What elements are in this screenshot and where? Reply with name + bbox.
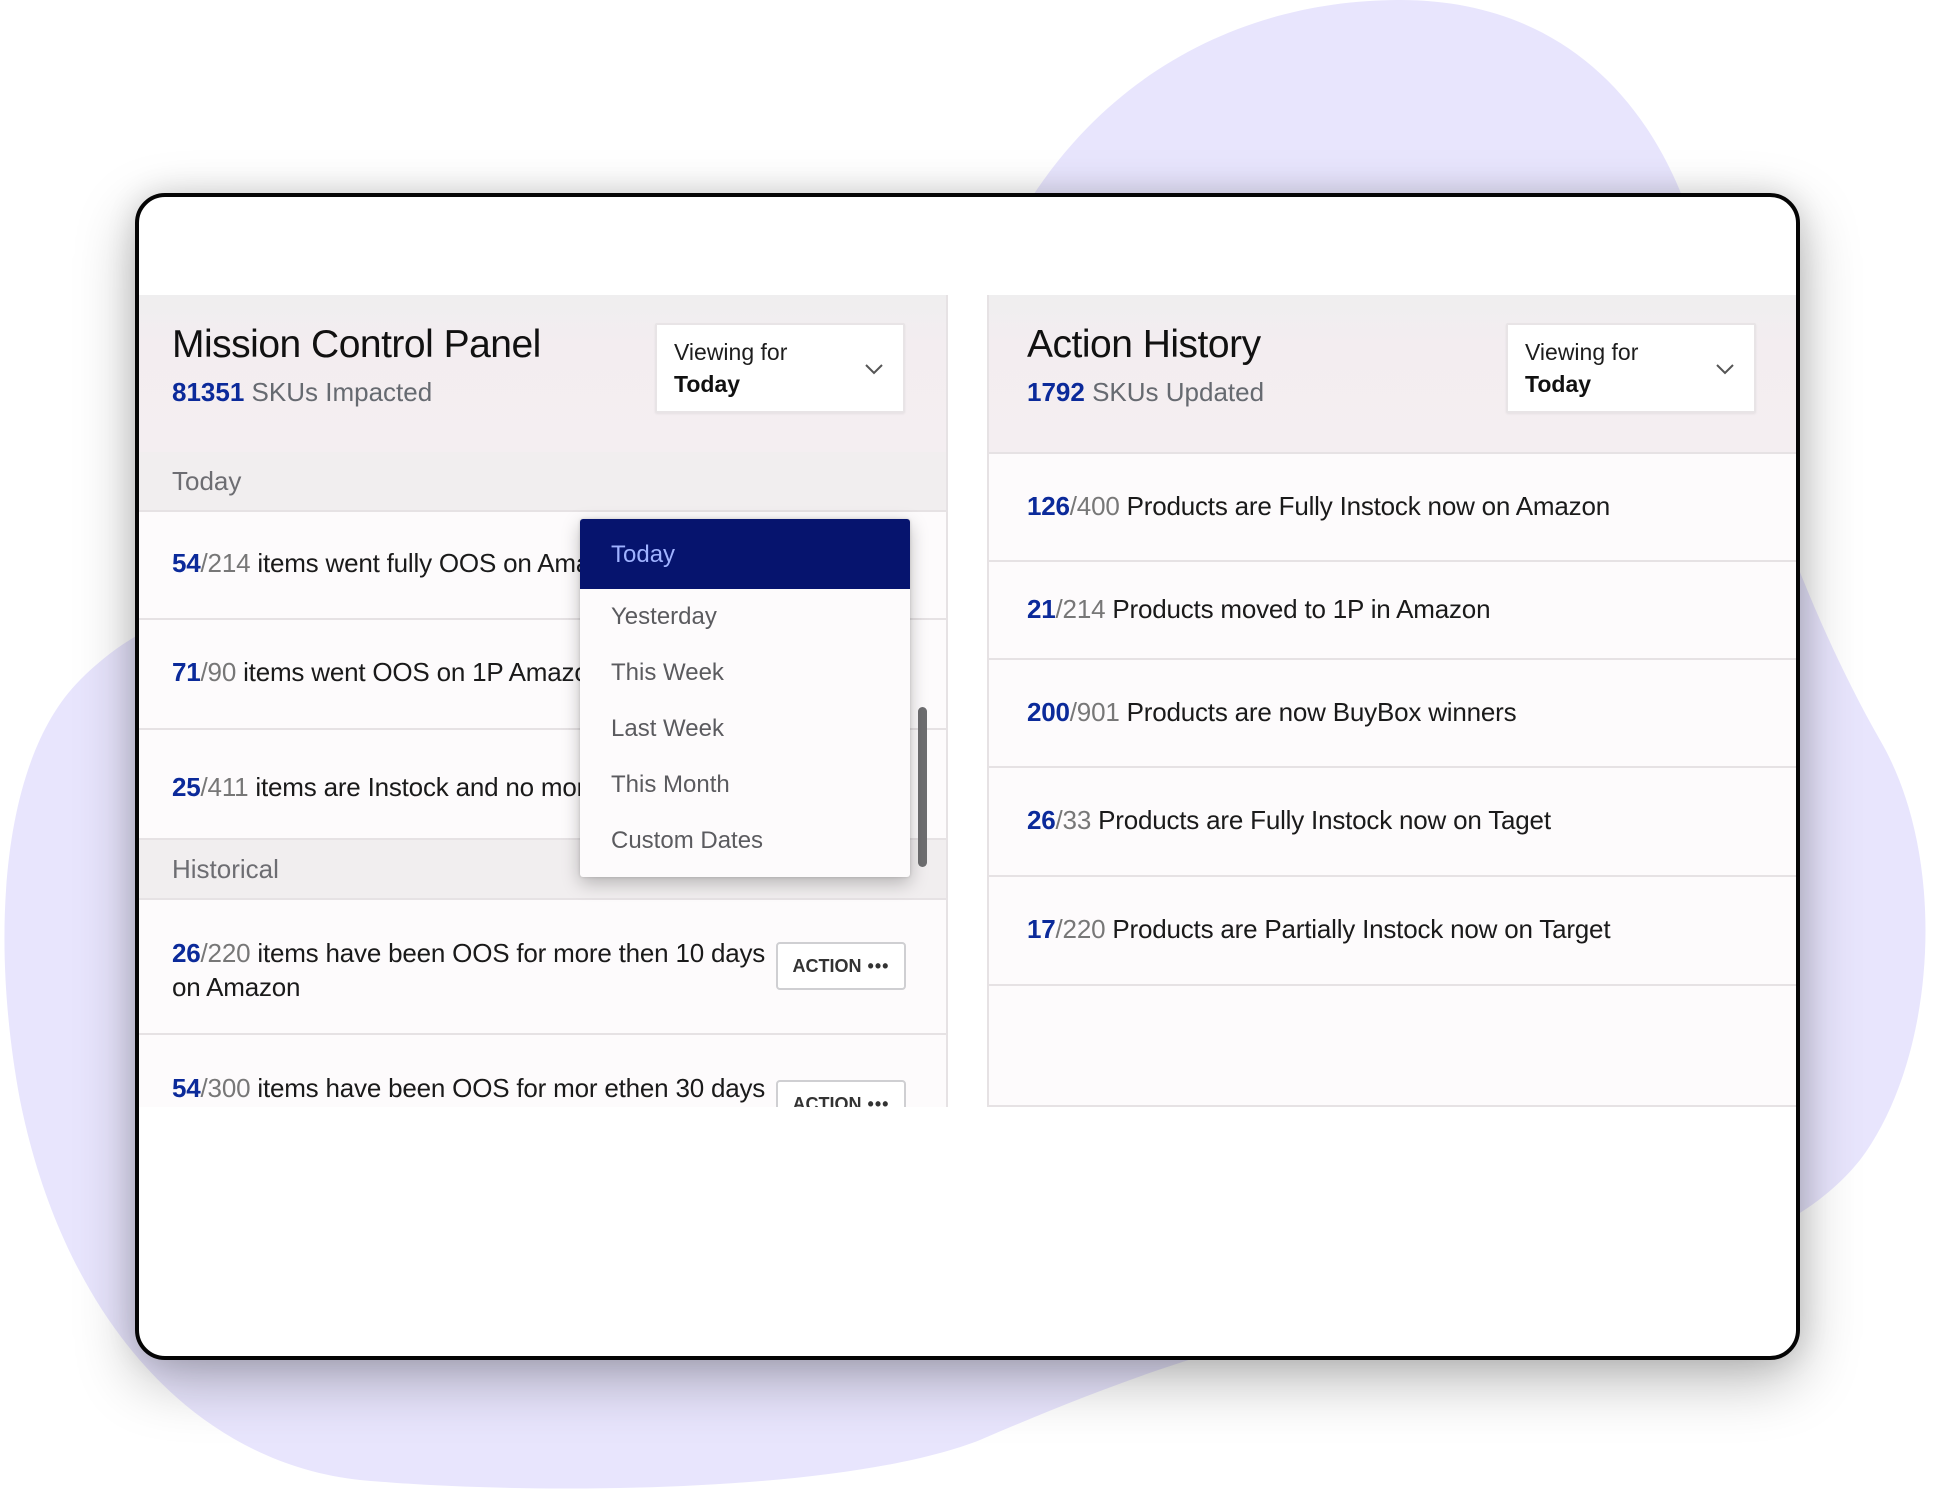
list-item[interactable]: 54/300 items have been OOS for mor ethen… bbox=[139, 1035, 946, 1107]
item-description: items have been OOS for more then 10 day… bbox=[250, 938, 766, 968]
item-count: 26 bbox=[172, 938, 201, 968]
action-button[interactable]: ACTION••• bbox=[776, 942, 906, 990]
item-description: items went fully OOS on Amazon bbox=[250, 548, 632, 578]
item-text: 54/300 items have been OOS for mor ethen… bbox=[172, 1071, 765, 1105]
skus-updated-label: SKUs Updated bbox=[1092, 377, 1265, 407]
panel-title: Action History bbox=[1027, 323, 1261, 366]
item-text: 21/214 Products moved to 1P in Amazon bbox=[1027, 592, 1491, 626]
dropdown-option-custom-dates[interactable]: Custom Dates bbox=[580, 813, 910, 869]
option-label: Yesterday bbox=[611, 603, 717, 630]
option-label: Last Week bbox=[611, 715, 724, 742]
item-count: 54 bbox=[172, 1073, 201, 1103]
more-dots-icon: ••• bbox=[867, 956, 890, 976]
item-description: items went OOS on 1P Amazon bbox=[236, 657, 603, 687]
item-total: /90 bbox=[200, 657, 237, 687]
item-total: /411 bbox=[200, 772, 249, 802]
history-item[interactable]: 126/400 Products are Fully Instock now o… bbox=[989, 454, 1796, 562]
action-label: ACTION bbox=[792, 1094, 862, 1107]
item-count: 54 bbox=[172, 548, 201, 578]
app-window: Mission Control Panel 81351 SKUs Impacte… bbox=[135, 193, 1800, 1360]
item-count: 71 bbox=[172, 657, 201, 687]
history-item[interactable]: 26/33 Products are Fully Instock now on … bbox=[989, 768, 1796, 877]
item-description: Products moved to 1P in Amazon bbox=[1105, 594, 1491, 624]
section-header-today: Today bbox=[139, 452, 946, 512]
item-total: /214 bbox=[1055, 594, 1106, 624]
item-description: Products are Fully Instock now on Taget bbox=[1091, 805, 1551, 835]
skus-updated-count: 1792 bbox=[1027, 377, 1085, 407]
item-count: 200 bbox=[1027, 697, 1070, 727]
chevron-down-icon bbox=[865, 364, 883, 375]
action-history-panel: Action History 1792 SKUs Updated Viewing… bbox=[987, 295, 1796, 1107]
history-item[interactable]: 200/901 Products are now BuyBox winners bbox=[989, 660, 1796, 768]
option-label: Today bbox=[611, 541, 676, 568]
item-total: /400 bbox=[1069, 491, 1120, 521]
item-total: /33 bbox=[1055, 805, 1092, 835]
action-button[interactable]: ACTION ••• bbox=[776, 1080, 906, 1107]
chevron-down-icon bbox=[1716, 364, 1734, 375]
item-count: 26 bbox=[1027, 805, 1056, 835]
option-label: This Month bbox=[611, 771, 730, 798]
dropdown-option-this-week[interactable]: This Week bbox=[580, 645, 910, 701]
date-range-dropdown-menu: Today Yesterday This Week Last Week This… bbox=[580, 519, 910, 877]
item-text: 126/400 Products are Fully Instock now o… bbox=[1027, 489, 1610, 523]
scrollbar-thumb[interactable] bbox=[918, 707, 927, 867]
item-text: 26/220 items have been OOS for more then… bbox=[172, 936, 765, 1004]
dropdown-option-this-month[interactable]: This Month bbox=[580, 757, 910, 813]
dropdown-option-today[interactable]: Today bbox=[580, 519, 910, 589]
history-item[interactable]: 21/214 Products moved to 1P in Amazon bbox=[989, 562, 1796, 660]
panel-title: Mission Control Panel bbox=[172, 323, 541, 366]
item-text: 71/90 items went OOS on 1P Amazon bbox=[172, 655, 603, 689]
item-count: 25 bbox=[172, 772, 201, 802]
select-label: Viewing for bbox=[1525, 339, 1639, 365]
item-text: 17/220 Products are Partially Instock no… bbox=[1027, 912, 1611, 946]
item-total: /220 bbox=[1055, 914, 1106, 944]
empty-row bbox=[989, 986, 1796, 1107]
option-label: This Week bbox=[611, 659, 724, 686]
item-total: /901 bbox=[1069, 697, 1120, 727]
mission-control-panel: Mission Control Panel 81351 SKUs Impacte… bbox=[139, 295, 948, 1107]
dropdown-option-last-week[interactable]: Last Week bbox=[580, 701, 910, 757]
panel-header: Action History 1792 SKUs Updated Viewing… bbox=[989, 295, 1796, 454]
option-label: Custom Dates bbox=[611, 827, 764, 854]
skus-impacted-summary: 81351 SKUs Impacted bbox=[172, 377, 432, 408]
item-total: /214 bbox=[200, 548, 251, 578]
skus-impacted-count: 81351 bbox=[172, 377, 245, 407]
date-range-select[interactable]: Viewing for Today bbox=[655, 323, 905, 413]
item-count: 17 bbox=[1027, 914, 1056, 944]
item-total: /220 bbox=[200, 938, 251, 968]
history-item[interactable]: 17/220 Products are Partially Instock no… bbox=[989, 877, 1796, 986]
item-description: Products are Fully Instock now on Amazon bbox=[1119, 491, 1611, 521]
panel-header: Mission Control Panel 81351 SKUs Impacte… bbox=[139, 295, 946, 454]
item-text: 200/901 Products are now BuyBox winners bbox=[1027, 695, 1517, 729]
more-dots-icon: ••• bbox=[867, 1094, 890, 1107]
skus-updated-summary: 1792 SKUs Updated bbox=[1027, 377, 1264, 408]
dropdown-option-yesterday[interactable]: Yesterday bbox=[580, 589, 910, 645]
item-count: 21 bbox=[1027, 594, 1056, 624]
item-count: 126 bbox=[1027, 491, 1070, 521]
select-label: Viewing for bbox=[674, 339, 788, 365]
section-label: Today bbox=[172, 466, 242, 496]
item-description: Products are Partially Instock now on Ta… bbox=[1105, 914, 1611, 944]
skus-impacted-label: SKUs Impacted bbox=[251, 377, 433, 407]
list-item[interactable]: 26/220 items have been OOS for more then… bbox=[139, 900, 946, 1035]
select-value: Today bbox=[674, 371, 741, 397]
action-label: ACTION bbox=[792, 956, 862, 976]
item-description: items have been OOS for mor ethen 30 day… bbox=[250, 1073, 766, 1103]
item-description: on Amazon bbox=[172, 972, 301, 1002]
history-date-range-select[interactable]: Viewing for Today bbox=[1506, 323, 1756, 413]
item-text: 54/214 items went fully OOS on Amazon bbox=[172, 546, 632, 580]
select-value: Today bbox=[1525, 371, 1592, 397]
item-text: 26/33 Products are Fully Instock now on … bbox=[1027, 803, 1551, 837]
section-label: Historical bbox=[172, 854, 279, 884]
item-description: Products are now BuyBox winners bbox=[1119, 697, 1517, 727]
item-total: /300 bbox=[200, 1073, 251, 1103]
